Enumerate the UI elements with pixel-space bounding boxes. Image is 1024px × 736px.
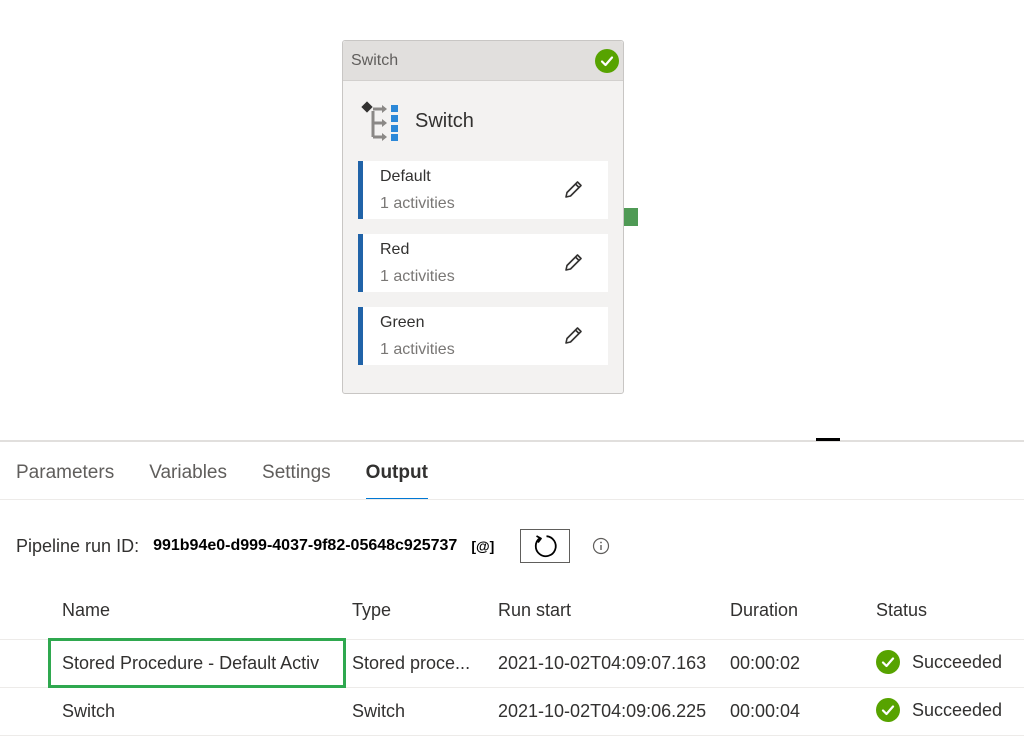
column-header-duration[interactable]: Duration: [730, 600, 798, 621]
info-icon[interactable]: [592, 537, 610, 555]
card-header: Switch: [343, 41, 623, 81]
status-text: Succeeded: [912, 699, 1003, 720]
column-header-name[interactable]: Name: [62, 600, 110, 621]
case-item-green[interactable]: Green 1 activities: [358, 307, 608, 365]
success-check-icon: [595, 48, 619, 73]
table-row[interactable]: Switch Switch 2021-10-02T04:09:06.225 00…: [0, 688, 1024, 736]
switch-activity-icon: [361, 99, 401, 143]
case-item-red[interactable]: Red 1 activities: [358, 234, 608, 292]
case-item-default[interactable]: Default 1 activities: [358, 161, 608, 219]
succeeded-check-icon: [876, 698, 900, 722]
switch-activity-card[interactable]: Switch Switch Default 1 activities Red 1…: [342, 40, 624, 394]
column-header-status[interactable]: Status: [876, 600, 927, 621]
card-header-label: Switch: [351, 51, 399, 69]
column-header-run-start[interactable]: Run start: [498, 600, 571, 621]
tabs-divider: [0, 499, 1024, 500]
card-title-row: Switch: [343, 81, 623, 161]
success-output-connector[interactable]: [624, 208, 638, 226]
activity-run-start: 2021-10-02T04:09:06.225: [498, 701, 707, 721]
edit-pencil-icon[interactable]: [562, 179, 584, 201]
pipeline-run-row: Pipeline run ID: 991b94e0-d999-4037-9f82…: [16, 528, 610, 564]
table-row[interactable]: Stored Procedure - Default Activ Stored …: [0, 640, 1024, 688]
pipeline-run-label: Pipeline run ID:: [16, 535, 140, 556]
tab-parameters[interactable]: Parameters: [16, 462, 114, 500]
copy-run-id-button[interactable]: [@]: [471, 538, 494, 554]
panel-splitter[interactable]: [0, 440, 1024, 442]
bottom-panel-tabs: Parameters Variables Settings Output: [16, 462, 463, 500]
refresh-icon: [535, 535, 557, 558]
activity-type: Switch: [352, 701, 406, 721]
edit-pencil-icon[interactable]: [562, 252, 584, 274]
edit-pencil-icon[interactable]: [562, 325, 584, 347]
activity-name-link[interactable]: Switch: [62, 701, 330, 722]
activity-status: Succeeded: [876, 698, 1002, 722]
activity-run-start: 2021-10-02T04:09:07.163: [498, 653, 707, 673]
activity-duration: 00:00:02: [730, 653, 801, 673]
activity-status: Succeeded: [876, 650, 1002, 674]
pipeline-run-id: 991b94e0-d999-4037-9f82-05648c925737: [153, 537, 458, 554]
activity-duration: 00:00:04: [730, 701, 801, 721]
status-text: Succeeded: [912, 651, 1003, 672]
refresh-button[interactable]: [520, 529, 571, 563]
activity-name-link[interactable]: Stored Procedure - Default Activ: [62, 653, 330, 674]
tab-settings[interactable]: Settings: [262, 462, 331, 500]
activity-runs-table-header: Name Type Run start Duration Status: [0, 588, 1024, 640]
column-header-type[interactable]: Type: [352, 600, 391, 621]
tab-output[interactable]: Output: [365, 462, 429, 500]
succeeded-check-icon: [876, 650, 900, 674]
card-title: Switch: [415, 109, 474, 132]
splitter-grip[interactable]: [816, 438, 840, 441]
activity-type: Stored proce...: [352, 653, 471, 673]
tab-variables[interactable]: Variables: [149, 462, 227, 500]
